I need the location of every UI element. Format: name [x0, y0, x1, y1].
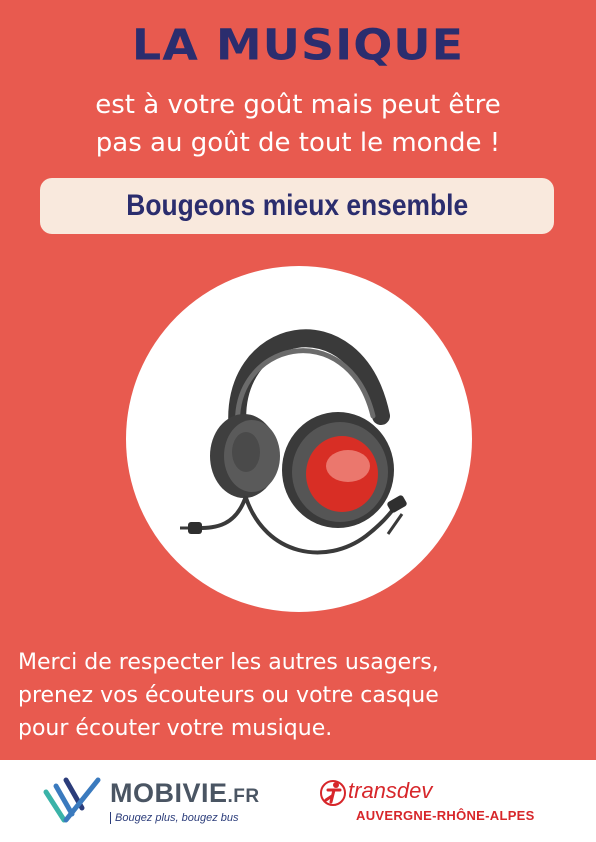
transdev-logo-icon	[320, 780, 346, 806]
transdev-region: AUVERGNE-RHÔNE-ALPES	[356, 808, 535, 823]
transdev-name: transdev	[348, 778, 433, 803]
headphones-icon	[180, 329, 407, 555]
slogan-text: Bougeons mieux ensemble	[126, 189, 468, 222]
poster-message: Merci de respecter les autres usagers, p…	[18, 646, 588, 745]
subtitle-line-2: pas au goût de tout le monde !	[95, 128, 501, 158]
mobivie-tagline: Bougez plus, bougez bus	[110, 812, 239, 824]
mobivie-ext: .FR	[227, 786, 260, 807]
poster-title: LA MUSIQUE	[131, 20, 465, 70]
mobivie-brand: MOBIVIE.FR	[110, 778, 260, 809]
illustration-circle	[126, 266, 472, 612]
message-line-3: pour écouter votre musique.	[18, 716, 333, 741]
poster-subtitle: est à votre goût mais peut être pas au g…	[0, 86, 596, 162]
mobivie-logo-icon	[43, 777, 101, 823]
subtitle-line-1: est à votre goût mais peut être	[95, 90, 501, 120]
message-line-2: prenez vos écouteurs ou votre casque	[18, 683, 439, 708]
mobivie-name: MOBIVIE	[110, 778, 228, 808]
message-line-1: Merci de respecter les autres usagers,	[18, 650, 439, 675]
slogan-banner: Bougeons mieux ensemble	[40, 178, 554, 234]
